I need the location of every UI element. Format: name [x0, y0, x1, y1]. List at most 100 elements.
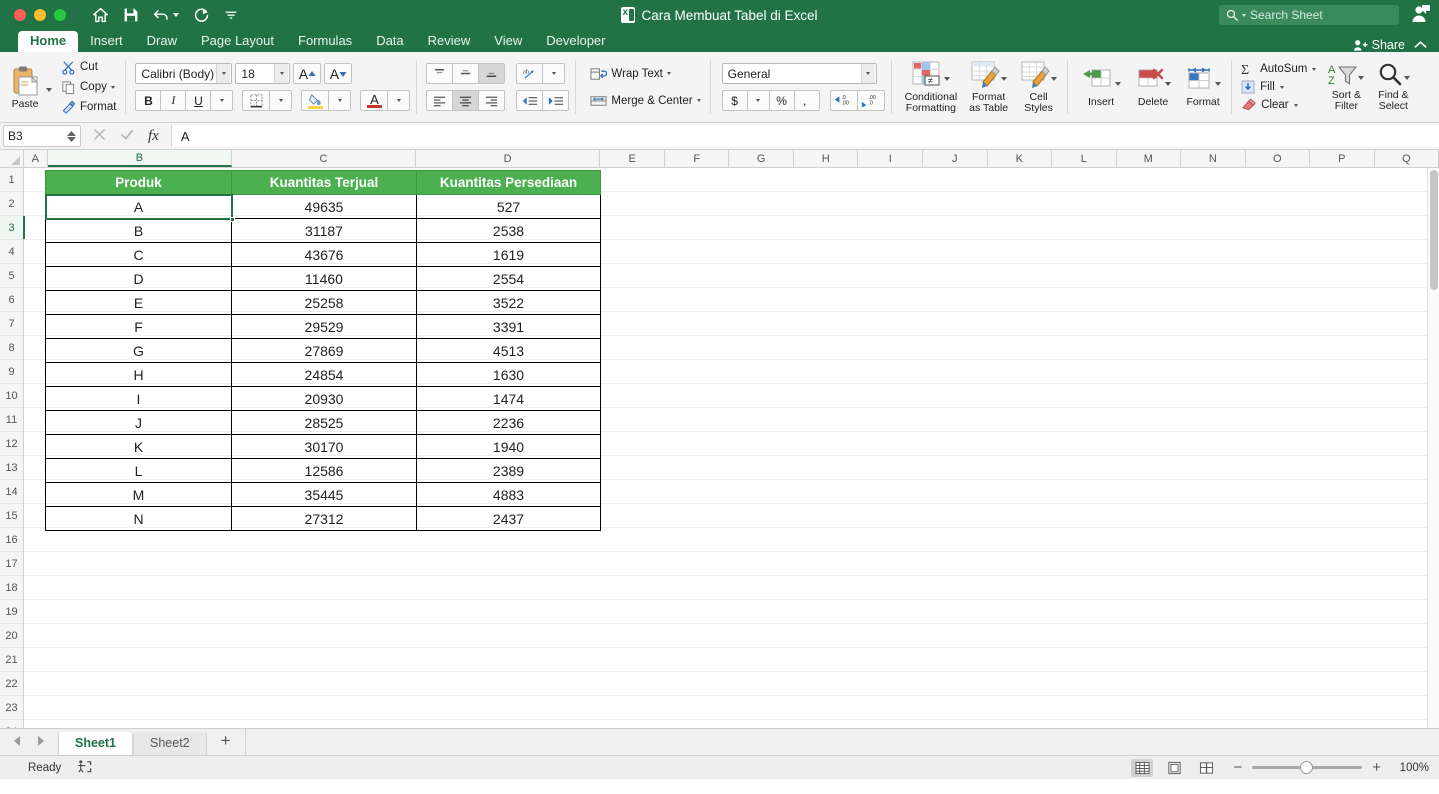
- column-header-O[interactable]: O: [1245, 150, 1311, 167]
- fill-button[interactable]: Fill: [1241, 79, 1316, 95]
- tab-home[interactable]: Home: [18, 31, 79, 52]
- name-box[interactable]: B3: [3, 125, 81, 147]
- vertical-scrollbar-thumb[interactable]: [1430, 170, 1438, 290]
- copy-button[interactable]: Copy: [58, 78, 119, 97]
- grid-row[interactable]: [24, 600, 1439, 624]
- conditional-formatting-button[interactable]: ≠ Conditional Formatting: [901, 58, 962, 116]
- autosum-button[interactable]: Σ AutoSum: [1241, 61, 1317, 77]
- save-icon[interactable]: [123, 7, 139, 23]
- cell-produk[interactable]: I: [45, 386, 232, 411]
- row-header-19[interactable]: 19: [0, 600, 23, 624]
- cell-styles-caret-icon[interactable]: [1051, 77, 1058, 81]
- column-header-L[interactable]: L: [1052, 150, 1117, 167]
- tab-review[interactable]: Review: [416, 31, 483, 52]
- row-header-21[interactable]: 21: [0, 648, 23, 672]
- cell-persediaan[interactable]: 2389: [416, 458, 601, 483]
- cell-produk[interactable]: E: [45, 290, 232, 315]
- page-break-view-icon[interactable]: [1195, 759, 1217, 777]
- close-window-button[interactable]: [14, 9, 26, 21]
- tab-formulas[interactable]: Formulas: [286, 31, 364, 52]
- fx-icon[interactable]: fx: [148, 128, 159, 145]
- insert-cells-caret-icon[interactable]: [1115, 81, 1122, 86]
- column-header-G[interactable]: G: [729, 150, 794, 167]
- column-header-D[interactable]: D: [415, 150, 601, 167]
- grid-row[interactable]: [24, 648, 1439, 672]
- percent-button[interactable]: %: [768, 90, 795, 111]
- cell-terjual[interactable]: 27869: [231, 338, 417, 363]
- search-scope-caret-icon[interactable]: [1242, 13, 1246, 17]
- align-middle-button[interactable]: [452, 63, 480, 84]
- cell-produk[interactable]: A: [45, 194, 232, 219]
- sort-filter-button[interactable]: A Z Sort & Filter: [1324, 60, 1368, 114]
- cell-terjual[interactable]: 27312: [231, 506, 417, 531]
- column-header-Q[interactable]: Q: [1374, 150, 1439, 167]
- align-center-button[interactable]: [452, 90, 480, 111]
- row-header-11[interactable]: 11: [0, 408, 23, 432]
- find-select-button[interactable]: Find & Select: [1372, 60, 1414, 114]
- column-header-I[interactable]: I: [858, 150, 923, 167]
- clear-caret-icon[interactable]: [1293, 103, 1298, 107]
- decrease-font-size-button[interactable]: A: [324, 63, 353, 84]
- fill-caret-icon[interactable]: [1279, 85, 1284, 89]
- paste-button[interactable]: Paste: [6, 63, 44, 112]
- maximize-window-button[interactable]: [54, 9, 66, 21]
- window-controls[interactable]: [14, 9, 66, 21]
- chevron-up-icon[interactable]: [1414, 38, 1427, 52]
- sheet-tab-sheet1[interactable]: Sheet1: [58, 732, 133, 755]
- formula-input[interactable]: A: [170, 125, 1439, 147]
- row-header-13[interactable]: 13: [0, 456, 23, 480]
- align-bottom-button[interactable]: [478, 63, 506, 84]
- underline-button[interactable]: U: [185, 90, 212, 111]
- format-cells-caret-icon[interactable]: [1215, 81, 1222, 86]
- wrap-text-button[interactable]: Wrap Text: [587, 65, 703, 83]
- row-header-23[interactable]: 23: [0, 696, 23, 720]
- font-color-caret-icon[interactable]: [387, 90, 411, 111]
- delete-cells-caret-icon[interactable]: [1165, 81, 1172, 86]
- autosum-caret-icon[interactable]: [1312, 67, 1317, 71]
- grid-row[interactable]: [24, 576, 1439, 600]
- grid-row[interactable]: [24, 696, 1439, 720]
- cell-produk[interactable]: J: [45, 410, 232, 435]
- home-icon[interactable]: [92, 7, 109, 24]
- cell-produk[interactable]: F: [45, 314, 232, 339]
- row-header-20[interactable]: 20: [0, 624, 23, 648]
- column-header-M[interactable]: M: [1116, 150, 1182, 167]
- conditional-formatting-caret-icon[interactable]: [944, 77, 951, 81]
- increase-indent-button[interactable]: [542, 90, 570, 111]
- cell-terjual[interactable]: 24854: [231, 362, 417, 387]
- format-as-table-caret-icon[interactable]: [1001, 77, 1008, 81]
- customize-toolbar-icon[interactable]: [224, 9, 238, 21]
- tab-insert[interactable]: Insert: [78, 31, 135, 52]
- row-header-12[interactable]: 12: [0, 432, 23, 456]
- font-family-select[interactable]: Calibri (Body): [135, 63, 233, 84]
- row-header-14[interactable]: 14: [0, 480, 23, 504]
- row-header-5[interactable]: 5: [0, 264, 23, 288]
- number-format-select[interactable]: General: [721, 63, 877, 84]
- tab-view[interactable]: View: [482, 31, 534, 52]
- align-left-button[interactable]: [426, 90, 454, 111]
- grid-row[interactable]: [24, 528, 1439, 552]
- copy-caret-icon[interactable]: [110, 85, 115, 89]
- minimize-window-button[interactable]: [34, 9, 46, 21]
- column-header-E[interactable]: E: [600, 150, 665, 167]
- format-as-table-button[interactable]: Format as Table: [965, 58, 1012, 116]
- column-header-H[interactable]: H: [793, 150, 859, 167]
- wrap-text-caret-icon[interactable]: [666, 72, 671, 75]
- cell-persediaan[interactable]: 2554: [416, 266, 601, 291]
- grid-row[interactable]: [24, 672, 1439, 696]
- underline-options-caret-icon[interactable]: [210, 90, 234, 111]
- undo-caret-icon[interactable]: [173, 13, 179, 17]
- add-sheet-button[interactable]: +: [207, 729, 246, 755]
- enter-check-icon[interactable]: [120, 128, 134, 144]
- find-select-caret-icon[interactable]: [1404, 76, 1411, 80]
- borders-button[interactable]: [242, 90, 271, 111]
- increase-decimal-button[interactable]: .0.00: [829, 90, 858, 111]
- cell-persediaan[interactable]: 1619: [416, 242, 601, 267]
- format-cells-button[interactable]: Format: [1181, 65, 1225, 110]
- bold-button[interactable]: B: [135, 90, 162, 111]
- row-header-1[interactable]: 1: [0, 168, 23, 192]
- undo-icon[interactable]: [153, 7, 179, 23]
- italic-button[interactable]: I: [160, 90, 187, 111]
- sort-filter-caret-icon[interactable]: [1358, 76, 1365, 80]
- cell-terjual[interactable]: 49635: [231, 194, 417, 219]
